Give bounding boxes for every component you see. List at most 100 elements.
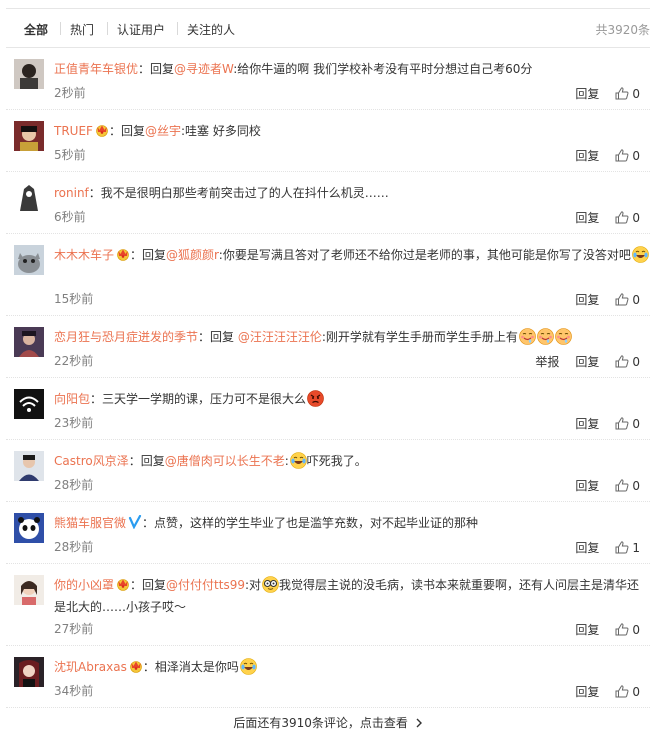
comment-text-segment: 回复 [140, 454, 165, 468]
comment-timestamp: 28秒前 [54, 478, 94, 492]
username-link[interactable]: 恋月狂与恐月症迸发的季节 [54, 330, 198, 344]
like-button[interactable]: 0 [615, 417, 640, 431]
laugh-cry-emoji-icon [289, 452, 307, 469]
comment-text: 恋月狂与恐月症迸发的季节：回复 @汪汪汪汪汪伦:刚开学就有学生手册而学生手册上有 [54, 327, 650, 347]
tab-verified-users[interactable]: 认证用户 [117, 21, 165, 38]
reply-button[interactable]: 回复 [575, 541, 599, 555]
like-button[interactable]: 0 [615, 685, 640, 699]
comment-text-segment: 回复 [120, 124, 145, 138]
like-count: 0 [632, 211, 640, 225]
comment-timestamp: 22秒前 [54, 354, 94, 368]
like-count: 0 [632, 685, 640, 699]
like-button[interactable]: 0 [615, 355, 640, 369]
username-link[interactable]: 正值青年车银优 [54, 62, 138, 76]
comment-item: Castro风京泽：回复@唐僧肉可以长生不老: 吓死我了。 28秒前 回复 0 [6, 440, 650, 502]
tab-divider [177, 22, 178, 35]
comment-actions: 回复 0 [575, 291, 640, 309]
like-count: 0 [632, 417, 640, 431]
username-link[interactable]: 你的小凶罩 [54, 578, 114, 592]
comment-text-segment: ： [130, 578, 143, 592]
tab-following[interactable]: 关注的人 [187, 21, 235, 38]
angry-emoji-icon [307, 390, 324, 407]
like-button[interactable]: 0 [615, 479, 640, 493]
laugh-cry-emoji-icon [632, 246, 649, 263]
comment-actions: 回复 0 [575, 683, 640, 701]
reply-button[interactable]: 回复 [575, 211, 599, 225]
user-avatar[interactable] [14, 575, 44, 605]
like-count: 0 [632, 293, 640, 307]
comment-timestamp: 5秒前 [54, 148, 86, 162]
glasses-emoji-icon [262, 576, 279, 593]
username-link[interactable]: 沈玑Abraxas [54, 660, 127, 674]
comment-text-segment: 点赞，这样的学生毕业了也是滥竽充数，对不起毕业证的那种 [154, 516, 479, 530]
load-more-comments-link[interactable]: 后面还有3910条评论，点击查看 [0, 714, 656, 731]
like-button[interactable]: 0 [615, 293, 640, 307]
user-avatar[interactable] [14, 327, 44, 357]
mention-link[interactable]: @寻迹者W [174, 62, 233, 76]
mention-link[interactable]: @丝宇 [145, 124, 181, 138]
user-avatar[interactable] [14, 121, 44, 151]
username-link[interactable]: TRUEF [54, 124, 93, 138]
comment-text-segment: 三天学一学期的课，压力可不是很大么 [102, 392, 307, 406]
user-avatar[interactable] [14, 451, 44, 481]
like-button[interactable]: 0 [615, 623, 640, 637]
comment-item: 恋月狂与恐月症迸发的季节：回复 @汪汪汪汪汪伦:刚开学就有学生手册而学生手册上有… [6, 316, 650, 378]
comment-actions: 举报 回复 0 [535, 353, 640, 371]
comment-text-segment: 吓死我了。 [306, 454, 367, 468]
username-link[interactable]: Castro风京泽 [54, 454, 129, 468]
comment-actions: 回复 0 [575, 85, 640, 103]
tab-divider [60, 22, 61, 35]
comment-actions: 回复 0 [575, 147, 640, 165]
mention-link[interactable]: @付付付tts99 [166, 578, 245, 592]
comment-text: 木木木车子 ：回复@狐颜颜r:你要是写满且答对了老师还不给你过是老师的事，其他可能… [54, 245, 650, 267]
comment-text-segment: ： [130, 248, 143, 262]
comment-text-segment: ： [88, 186, 101, 200]
comment-item: TRUEF ：回复@丝宇:哇塞 好多同校 5秒前 回复 0 [6, 110, 650, 172]
username-link[interactable]: 熊猫车服官微 [54, 516, 126, 530]
user-avatar[interactable] [14, 59, 44, 89]
tab-divider [107, 22, 108, 35]
username-link[interactable]: 向阳包 [54, 392, 90, 406]
reply-button[interactable]: 回复 [575, 355, 599, 369]
user-avatar[interactable] [14, 513, 44, 543]
mention-link[interactable]: @汪汪汪汪汪伦 [238, 330, 322, 344]
comment-text-segment: 回复 [142, 248, 167, 262]
comment-text: 熊猫车服官微 ：点赞，这样的学生毕业了也是滥竽充数，对不起毕业证的那种 [54, 513, 650, 535]
comment-timestamp: 6秒前 [54, 210, 86, 224]
drool-emoji-icon [519, 328, 536, 345]
like-button[interactable]: 0 [615, 149, 640, 163]
mention-link[interactable]: @狐颜颜r [166, 248, 219, 262]
username-link[interactable]: 木木木车子 [54, 248, 114, 262]
thumbs-up-icon [615, 541, 629, 557]
reply-button[interactable]: 回复 [575, 417, 599, 431]
mention-link[interactable]: @唐僧肉可以长生不老 [165, 454, 285, 468]
username-link[interactable]: roninf [54, 186, 89, 200]
comment-text-segment: :你要是写满且答对了老师还不给你过是老师的事，其他可能是你写了没答对吧 [218, 248, 631, 262]
comment-item: 你的小凶罩 ：回复@付付付tts99:对 我觉得层主说的没毛病，读书本来就重要啊，还… [6, 564, 650, 646]
tab-all[interactable]: 全部 [24, 21, 48, 38]
reply-button[interactable]: 回复 [575, 623, 599, 637]
chevron-right-icon [416, 716, 423, 730]
reply-button[interactable]: 回复 [575, 479, 599, 493]
reply-button[interactable]: 回复 [575, 685, 599, 699]
like-count: 0 [632, 623, 640, 637]
tab-hot[interactable]: 热门 [70, 21, 94, 38]
report-button[interactable]: 举报 [535, 355, 559, 369]
like-button[interactable]: 1 [615, 541, 640, 555]
like-button[interactable]: 0 [615, 211, 640, 225]
reply-button[interactable]: 回复 [575, 87, 599, 101]
reply-button[interactable]: 回复 [575, 149, 599, 163]
user-avatar[interactable] [14, 245, 44, 275]
comment-timestamp: 27秒前 [54, 622, 94, 636]
user-avatar[interactable] [14, 389, 44, 419]
thumbs-up-icon [615, 623, 629, 639]
comment-text: 向阳包：三天学一学期的课，压力可不是很大么 [54, 389, 650, 409]
comment-text-segment: : [284, 454, 289, 468]
reply-button[interactable]: 回复 [575, 293, 599, 307]
user-avatar[interactable] [14, 657, 44, 687]
member-crown-icon [95, 123, 109, 143]
comment-timestamp: 34秒前 [54, 684, 94, 698]
comment-item: 沈玑Abraxas ：相泽消太是你吗 34秒前 回复 0 [6, 646, 650, 708]
user-avatar[interactable] [14, 183, 44, 213]
like-button[interactable]: 0 [615, 87, 640, 101]
